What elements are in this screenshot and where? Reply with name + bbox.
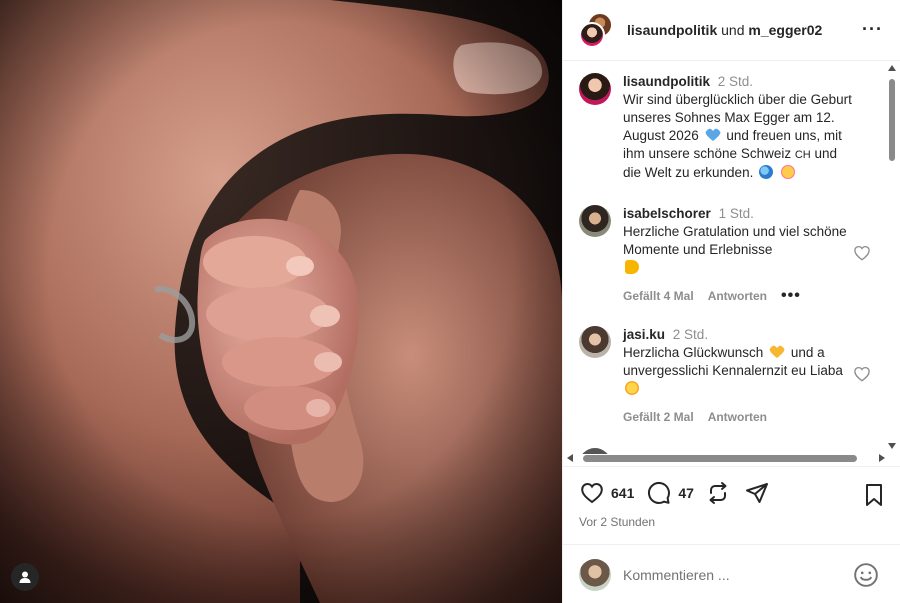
author-connector: und (721, 22, 745, 38)
comment-body: jasi.ku 2 Std. Herzlicha Glückwunsch und… (623, 326, 855, 426)
comment-text: Herzliche Gratulation und viel schöne Mo… (623, 224, 847, 257)
post-viewer: lisaundpolitik und m_egger02 ··· lisaund… (0, 0, 900, 603)
caption-time: 2 Std. (717, 74, 754, 89)
scroll-right-icon[interactable] (879, 454, 885, 462)
comment-likes[interactable]: Gefällt 4 Mal (623, 287, 694, 305)
sun-icon (625, 381, 639, 395)
like-comment-heart-icon[interactable] (853, 365, 871, 383)
save-button[interactable] (863, 483, 885, 510)
avatar (579, 22, 605, 48)
tagged-users-button[interactable] (11, 563, 39, 591)
comment-username[interactable]: jasi.ku (623, 327, 665, 342)
action-buttons: 641 47 (579, 481, 770, 505)
smiling-face-hearts-icon (780, 165, 795, 179)
scrollbar-thumb[interactable] (583, 455, 857, 462)
smiley-icon (854, 563, 878, 587)
reply-button[interactable]: Antworten (708, 408, 767, 426)
author-avatars[interactable] (579, 12, 617, 48)
hands-illustration (0, 0, 562, 603)
avatar[interactable] (579, 73, 611, 105)
post-photo[interactable] (0, 0, 562, 603)
comment-button[interactable]: 47 (646, 481, 706, 505)
scroll-left-icon[interactable] (567, 454, 573, 462)
repost-button[interactable] (706, 481, 730, 505)
comment-username[interactable]: isabelschorer (623, 206, 711, 221)
author-username-2[interactable]: m_egger02 (748, 22, 822, 38)
author-names: lisaundpolitik und m_egger02 (627, 22, 822, 38)
globe-icon (759, 165, 774, 179)
comment-body: isabelschorer 1 Std. Herzliche Gratulati… (623, 205, 855, 305)
post-header: lisaundpolitik und m_egger02 ··· (563, 0, 900, 61)
share-button[interactable] (744, 481, 770, 505)
scroll-up-icon[interactable] (888, 65, 896, 71)
comment-time: 2 Std. (672, 327, 709, 342)
user-icon (19, 571, 31, 583)
comments-list[interactable]: lisaundpolitik 2 Std. Wir sind überglück… (563, 62, 900, 454)
reply-button[interactable]: Antworten (708, 287, 767, 305)
comment-composer (563, 544, 900, 603)
send-icon (745, 483, 768, 503)
post-timestamp: Vor 2 Stunden (579, 515, 656, 529)
comments-count: 47 (678, 485, 694, 501)
avatar[interactable] (579, 326, 611, 358)
comment-likes[interactable]: Gefällt 2 Mal (623, 408, 694, 426)
comment-time: 1 Std. (718, 206, 754, 221)
scrollbar-thumb[interactable] (889, 79, 895, 161)
like-button[interactable]: 641 (579, 481, 646, 505)
likes-count: 641 (611, 485, 635, 501)
vertical-scrollbar[interactable] (887, 65, 897, 449)
thumbs-up-icon (625, 260, 639, 274)
caption-body: lisaundpolitik 2 Std. Wir sind überglück… (623, 73, 855, 182)
yellow-heart-icon (769, 345, 785, 358)
comment-meta: Gefällt 2 Mal Antworten (623, 408, 855, 426)
more-options-icon[interactable]: ··· (862, 20, 883, 38)
blue-heart-icon (705, 128, 721, 141)
comment-icon (648, 481, 671, 504)
comment-text-1: Herzlicha Glückwunsch (623, 345, 764, 360)
comment-input[interactable] (623, 563, 843, 587)
comment-more-icon[interactable]: ••• (781, 287, 801, 305)
swiss-flag-text: CH (794, 149, 811, 161)
author-username-1[interactable]: lisaundpolitik (627, 22, 717, 38)
post-side-panel: lisaundpolitik und m_egger02 ··· lisaund… (562, 0, 900, 603)
heart-icon (581, 482, 603, 504)
caption-username[interactable]: lisaundpolitik (623, 74, 710, 89)
scroll-down-icon[interactable] (888, 443, 896, 449)
post-actions: 641 47 Vor 2 Stunden (563, 466, 900, 538)
avatar[interactable] (579, 205, 611, 237)
emoji-picker-button[interactable] (853, 562, 879, 591)
repost-icon (709, 482, 727, 504)
bookmark-icon (866, 484, 882, 506)
comment-meta: Gefällt 4 Mal Antworten ••• (623, 287, 855, 305)
horizontal-scrollbar[interactable] (567, 452, 885, 464)
avatar (579, 559, 611, 591)
like-comment-heart-icon[interactable] (853, 244, 871, 262)
